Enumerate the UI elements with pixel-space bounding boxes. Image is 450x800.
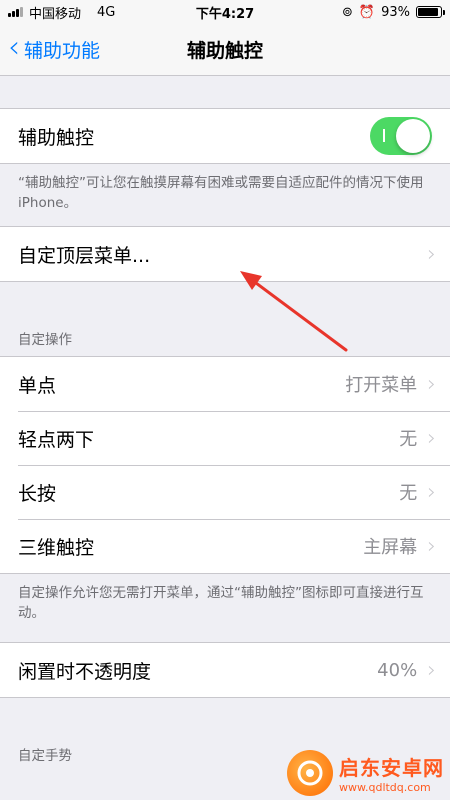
status-bar: 中国移动 4G 下午4:27 ⊚ ⏰ 93%: [0, 0, 450, 24]
signal-icon: [8, 7, 23, 17]
network-type: 4G: [97, 4, 116, 20]
customize-top-menu-label: 自定顶层菜单...: [18, 244, 151, 267]
chevron-right-icon: ›: [427, 479, 436, 505]
chevron-right-icon: ›: [427, 371, 436, 397]
action-label: 单点: [18, 374, 57, 397]
back-button[interactable]: ‹ 辅助功能: [0, 24, 100, 75]
custom-actions-header: 自定操作: [18, 332, 72, 348]
alarm-icon: ⏰: [358, 4, 376, 20]
chevron-right-icon: ›: [427, 241, 436, 267]
action-label: 长按: [18, 482, 57, 505]
action-label: 三维触控: [18, 536, 95, 559]
custom-actions-note: 自定操作允许您无需打开菜单，通过“辅助触控”图标即可直接进行互动。: [18, 585, 424, 621]
chevron-right-icon: ›: [427, 425, 436, 451]
navigation-bar: ‹ 辅助功能 辅助触控: [0, 24, 450, 76]
action-label: 轻点两下: [18, 428, 95, 451]
action-row-long-press[interactable]: 长按 无 ›: [0, 465, 450, 519]
chevron-left-icon: ‹: [8, 29, 20, 65]
watermark: 启东安卓网 www.qdltdq.com: [287, 750, 444, 796]
idle-opacity-label: 闲置时不透明度: [18, 660, 152, 683]
status-left: 中国移动 4G: [8, 3, 115, 22]
assistive-touch-row: 辅助触控: [0, 109, 450, 163]
orientation-lock-icon: ⊚: [342, 4, 353, 20]
carrier-name: 中国移动: [29, 6, 82, 22]
assistive-touch-toggle[interactable]: [370, 117, 432, 155]
action-row-3d-touch[interactable]: 三维触控 主屏幕 ›: [0, 519, 450, 573]
idle-opacity-value: 40%: [377, 659, 418, 681]
action-value: 无: [399, 429, 418, 450]
action-value: 打开菜单: [345, 375, 418, 396]
action-row-double-tap[interactable]: 轻点两下 无 ›: [0, 411, 450, 465]
idle-opacity-group: 闲置时不透明度 40% ›: [0, 642, 450, 698]
chevron-right-icon: ›: [427, 657, 436, 683]
battery-icon: [416, 6, 445, 18]
battery-percent: 93%: [381, 4, 410, 20]
action-value: 主屏幕: [363, 537, 418, 558]
watermark-name: 启东安卓网: [339, 756, 444, 780]
action-value: 无: [399, 483, 418, 504]
chevron-right-icon: ›: [427, 533, 436, 559]
watermark-url: www.qdltdq.com: [339, 781, 431, 794]
assistive-touch-label: 辅助触控: [18, 126, 95, 149]
action-row-single-tap[interactable]: 单点 打开菜单 ›: [0, 357, 450, 411]
custom-actions-group: 单点 打开菜单 › 轻点两下 无 › 长按 无 › 三维触控 主屏幕 ›: [0, 356, 450, 574]
assistive-touch-group: 辅助触控: [0, 108, 450, 164]
toggle-knob: [396, 119, 430, 153]
status-right: ⊚ ⏰ 93%: [342, 4, 445, 20]
customize-top-menu-row[interactable]: 自定顶层菜单... ›: [0, 227, 450, 281]
top-menu-group: 自定顶层菜单... ›: [0, 226, 450, 282]
idle-opacity-row[interactable]: 闲置时不透明度 40% ›: [0, 643, 450, 697]
back-label: 辅助功能: [24, 40, 101, 62]
assistive-touch-note: “辅助触控”可让您在触摸屏幕有困难或需要自适应配件的情况下使用 iPhone。: [18, 175, 424, 211]
watermark-logo-icon: [287, 750, 333, 796]
toggle-on-mark: [383, 129, 385, 142]
